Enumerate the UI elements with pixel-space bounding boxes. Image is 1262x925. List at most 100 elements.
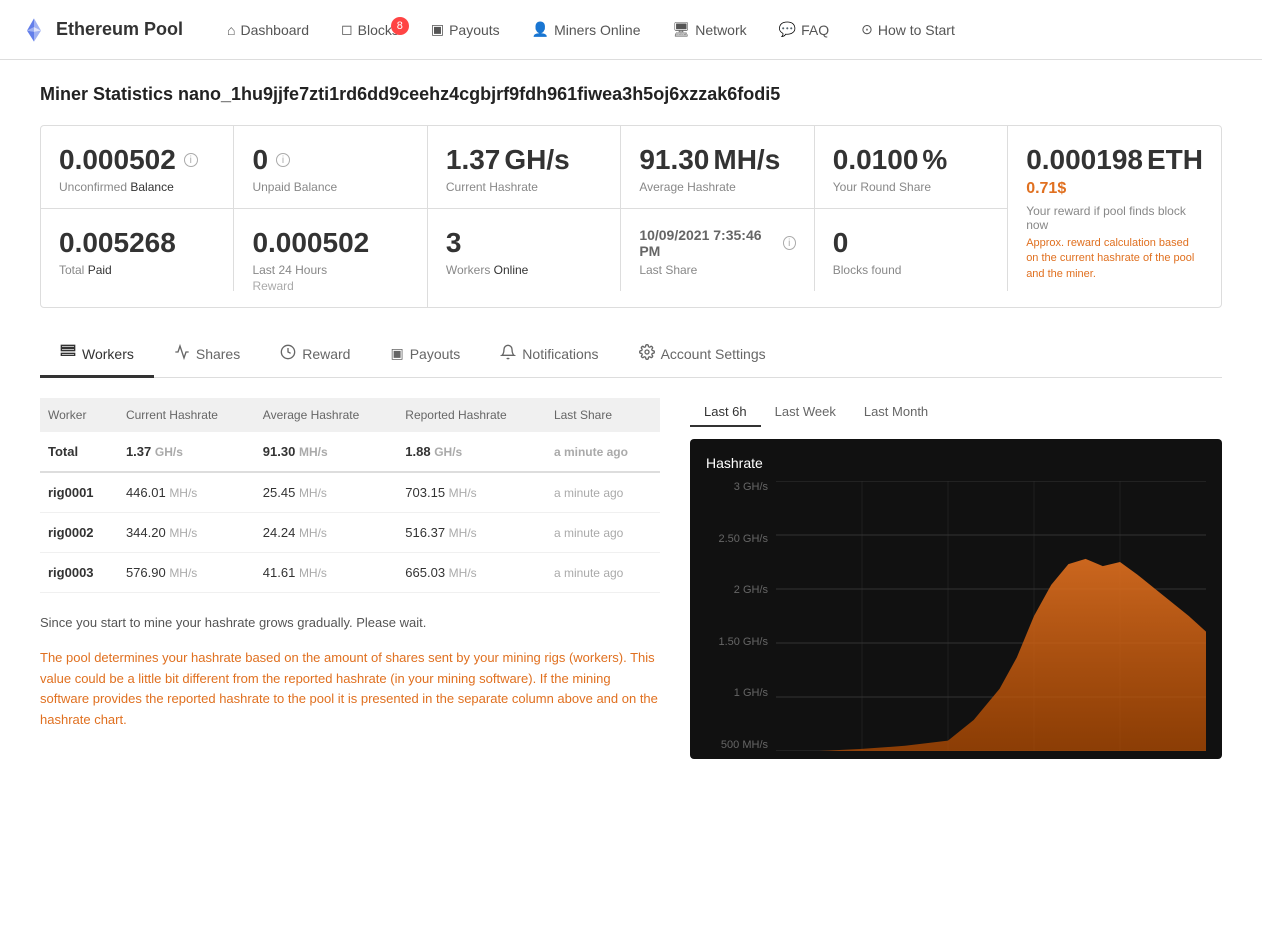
avg-hashrate-label: Average Hashrate [639, 180, 795, 194]
layers-icon [60, 344, 76, 363]
col-last-share: Last Share [546, 398, 660, 432]
help-icon: ⊙ [861, 21, 873, 38]
home-icon: ⌂ [227, 22, 235, 38]
reward-eth-unit: ETH [1147, 144, 1203, 176]
stats-col-5: 0.0100 % Your Round Share 0 Blocks found [815, 126, 1008, 307]
stats-col-1: 0.000502 i Unconfirmed Balance 0.005268 … [41, 126, 234, 307]
box-icon: ◻ [341, 21, 353, 38]
current-hashrate-unit: GH/s [504, 144, 569, 176]
last-share-cell: a minute ago [546, 553, 660, 593]
chart-area: 3 GH/s 2.50 GH/s 2 GH/s 1.50 GH/s 1 GH/s… [706, 481, 1206, 751]
nav-faq[interactable]: 💬 FAQ [765, 13, 843, 46]
stats-col-2: 0 i Unpaid Balance 0.000502 Last 24 Hour… [234, 126, 427, 307]
nav-dashboard[interactable]: ⌂ Dashboard [213, 14, 323, 46]
chart-tab-lastweek[interactable]: Last Week [761, 398, 850, 427]
current-hashrate-cell: 344.20 MH/s [118, 513, 255, 553]
chart-tabs: Last 6h Last Week Last Month [690, 398, 1222, 427]
nav-network[interactable]: 🖥 Network [659, 13, 761, 46]
bell-icon [500, 344, 516, 363]
tab-reward[interactable]: Reward [260, 332, 370, 378]
stat-avg-hashrate: 91.30 MH/s Average Hashrate [621, 126, 814, 209]
chart-plot [776, 481, 1206, 751]
stats-col-3: 1.37 GH/s Current Hashrate 3 Workers Onl… [428, 126, 621, 307]
table-header-row: Worker Current Hashrate Average Hashrate… [40, 398, 660, 432]
table-row: Total 1.37 GH/s 91.30 MH/s 1.88 GH/s a m… [40, 432, 660, 472]
avg-hashrate-cell: 24.24 MH/s [255, 513, 398, 553]
current-hashrate-value: 1.37 [446, 144, 501, 176]
tab-workers[interactable]: Workers [40, 332, 154, 378]
worker-name: rig0001 [40, 472, 118, 513]
stats-col-6: 0.000198 ETH 0.71$ Your reward if pool f… [1008, 126, 1221, 307]
unconfirmed-label: Unconfirmed Balance [59, 180, 215, 194]
stat-workers-online: 3 Workers Online [428, 209, 621, 291]
round-share-unit: % [922, 144, 947, 176]
ethereum-logo [20, 16, 48, 44]
tab-account-settings[interactable]: Account Settings [619, 332, 786, 378]
reported-hashrate-cell: 1.88 GH/s [397, 432, 546, 472]
stats-grid: 0.000502 i Unconfirmed Balance 0.005268 … [40, 125, 1222, 308]
unconfirmed-info-icon[interactable]: i [184, 153, 198, 167]
ylabel-2: 2 GH/s [706, 584, 776, 596]
reward-eth-value: 0.000198 [1026, 144, 1143, 176]
hashrate-chart: Hashrate 3 GH/s 2.50 GH/s 2 GH/s 1.50 GH… [690, 439, 1222, 759]
left-panel: Worker Current Hashrate Average Hashrate… [40, 398, 660, 759]
last24-value: 0.000502 [252, 227, 408, 259]
stat-unpaid: 0 i Unpaid Balance [234, 126, 427, 209]
col-avg-hashrate: Average Hashrate [255, 398, 398, 432]
last-share-info-icon[interactable]: i [783, 236, 796, 250]
chart-yaxis: 3 GH/s 2.50 GH/s 2 GH/s 1.50 GH/s 1 GH/s… [706, 481, 776, 751]
blocks-found-label: Blocks found [833, 263, 989, 277]
avg-hashrate-unit: MH/s [713, 144, 780, 176]
reported-hashrate-cell: 516.37 MH/s [397, 513, 546, 553]
col-current-hashrate: Current Hashrate [118, 398, 255, 432]
content-area: Worker Current Hashrate Average Hashrate… [40, 398, 1222, 759]
last24-sublabel: Reward [252, 279, 408, 293]
workers-online-label: Workers Online [446, 263, 602, 277]
page-title: Miner Statistics nano_1hu9jjfe7zti1rd6dd… [40, 84, 1222, 105]
workers-table: Worker Current Hashrate Average Hashrate… [40, 398, 660, 593]
stat-unconfirmed: 0.000502 i Unconfirmed Balance [41, 126, 234, 209]
tab-notifications[interactable]: Notifications [480, 332, 618, 378]
table-row: rig0002 344.20 MH/s 24.24 MH/s 516.37 MH… [40, 513, 660, 553]
current-hashrate-cell: 576.90 MH/s [118, 553, 255, 593]
stat-last-share: 10/09/2021 7:35:46 PM i Last Share [621, 209, 814, 291]
unconfirmed-value: 0.000502 [59, 144, 176, 176]
info-text-orange: The pool determines your hashrate based … [40, 648, 660, 731]
chart-area-fill [776, 559, 1206, 751]
navbar: Ethereum Pool ⌂ Dashboard ◻ Blocks 8 ▣ P… [0, 0, 1262, 60]
workers-online-value: 3 [446, 227, 602, 259]
ylabel-1: 2.50 GH/s [706, 533, 776, 545]
stat-eth-reward: 0.000198 ETH 0.71$ Your reward if pool f… [1008, 126, 1221, 307]
nav-blocks[interactable]: ◻ Blocks 8 [327, 13, 413, 46]
reward-usd-value: 0.71$ [1026, 180, 1203, 198]
avg-hashrate-cell: 41.61 MH/s [255, 553, 398, 593]
reported-hashrate-cell: 665.03 MH/s [397, 553, 546, 593]
nav-howtostart[interactable]: ⊙ How to Start [847, 13, 969, 46]
current-hashrate-cell: 1.37 GH/s [118, 432, 255, 472]
last-share-cell: a minute ago [546, 472, 660, 513]
tab-shares[interactable]: Shares [154, 332, 260, 378]
nav-miners[interactable]: 👤 Miners Online [518, 13, 655, 46]
unpaid-info-icon[interactable]: i [276, 153, 290, 167]
brand: Ethereum Pool [20, 16, 183, 44]
reward-icon [280, 344, 296, 363]
blocks-badge: 8 [391, 17, 409, 35]
table-row: rig0003 576.90 MH/s 41.61 MH/s 665.03 MH… [40, 553, 660, 593]
unpaid-value: 0 [252, 144, 268, 176]
last-share-cell: a minute ago [546, 513, 660, 553]
info-text: Since you start to mine your hashrate gr… [40, 613, 660, 634]
tab-payouts[interactable]: ▣ Payouts [370, 332, 480, 378]
ylabel-5: 500 MH/s [706, 739, 776, 751]
chart-svg [776, 481, 1206, 751]
last24-label: Last 24 Hours [252, 263, 408, 277]
chart-tab-lastmonth[interactable]: Last Month [850, 398, 942, 427]
chart-tab-last6h[interactable]: Last 6h [690, 398, 761, 427]
current-hashrate-cell: 446.01 MH/s [118, 472, 255, 513]
payout-icon: ▣ [431, 21, 444, 38]
stats-col-4: 91.30 MH/s Average Hashrate 10/09/2021 7… [621, 126, 814, 307]
tabs-bar: Workers Shares Reward ▣ Payouts Notifica… [40, 332, 1222, 378]
miners-icon: 👤 [532, 21, 549, 38]
worker-name: rig0003 [40, 553, 118, 593]
nav-items: ⌂ Dashboard ◻ Blocks 8 ▣ Payouts 👤 Miner… [213, 13, 1242, 46]
nav-payouts[interactable]: ▣ Payouts [417, 13, 514, 46]
